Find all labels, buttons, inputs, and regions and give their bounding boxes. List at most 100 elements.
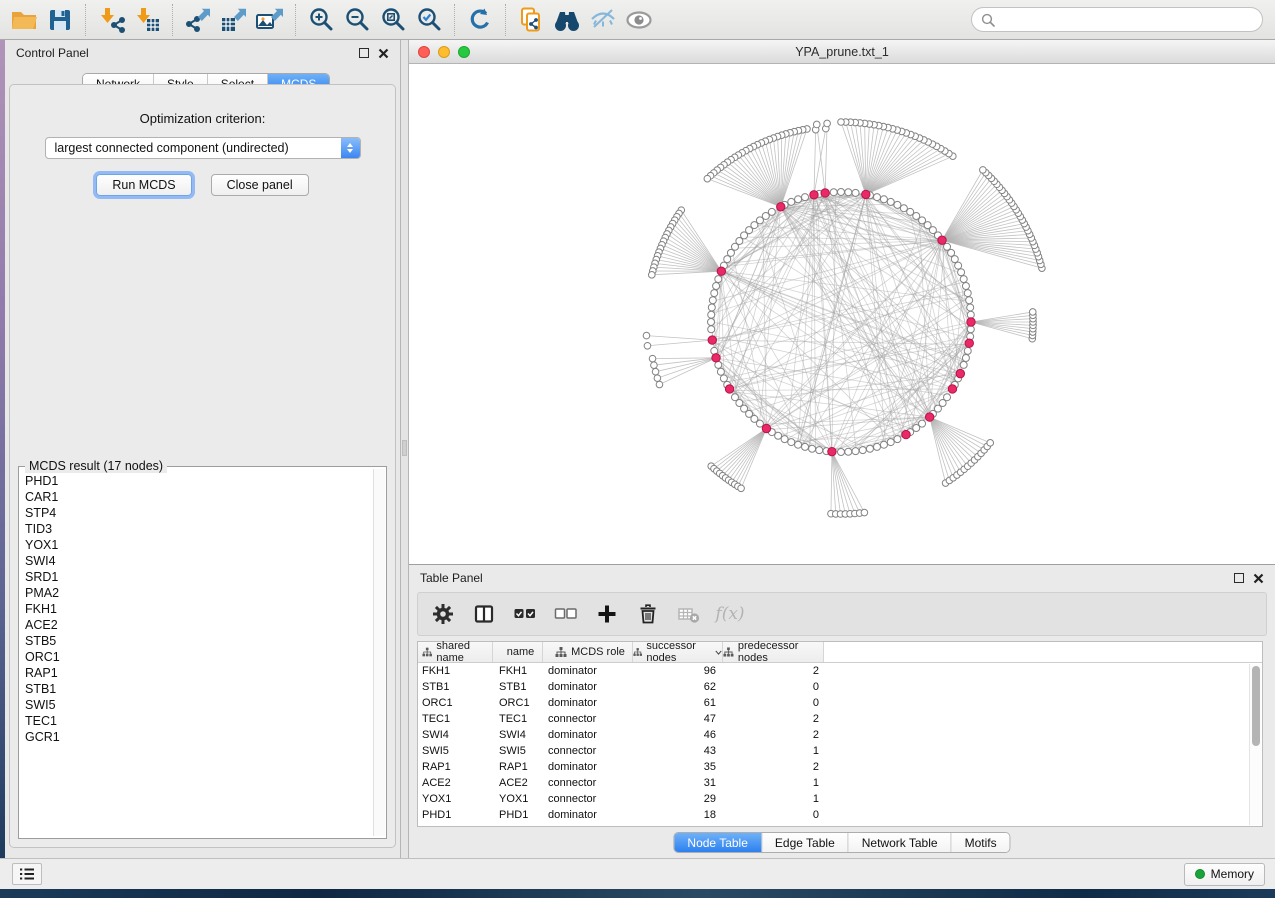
table-row[interactable]: ACE2ACE2connector311 bbox=[418, 775, 1262, 791]
network-node[interactable] bbox=[717, 368, 724, 375]
network-node[interactable] bbox=[644, 342, 651, 349]
table-row[interactable]: ORC1ORC1dominator610 bbox=[418, 695, 1262, 711]
network-node[interactable] bbox=[643, 332, 650, 339]
mcds-result-item[interactable]: TID3 bbox=[20, 521, 372, 537]
network-node[interactable] bbox=[809, 445, 816, 452]
network-node[interactable] bbox=[816, 447, 823, 454]
network-node[interactable] bbox=[813, 121, 820, 128]
table-row[interactable]: YOX1YOX1connector291 bbox=[418, 791, 1262, 807]
network-node[interactable] bbox=[738, 485, 745, 492]
network-node[interactable] bbox=[788, 439, 795, 446]
mcds-hub-node[interactable] bbox=[828, 447, 836, 455]
search-field[interactable] bbox=[971, 7, 1263, 32]
mcds-hub-node[interactable] bbox=[762, 424, 770, 432]
mcds-result-item[interactable]: STB5 bbox=[20, 633, 372, 649]
network-node[interactable] bbox=[830, 189, 837, 196]
mcds-result-item[interactable]: STP4 bbox=[20, 505, 372, 521]
mcds-hub-node[interactable] bbox=[965, 339, 973, 347]
network-node[interactable] bbox=[654, 375, 661, 382]
mcds-hub-node[interactable] bbox=[902, 430, 910, 438]
mcds-result-item[interactable]: SRD1 bbox=[20, 569, 372, 585]
network-node[interactable] bbox=[775, 432, 782, 439]
show-columns-icon[interactable] bbox=[472, 602, 496, 626]
network-node[interactable] bbox=[944, 394, 951, 401]
network-node[interactable] bbox=[960, 276, 967, 283]
export-table-icon[interactable] bbox=[216, 3, 252, 37]
network-node[interactable] bbox=[708, 311, 715, 318]
network-node[interactable] bbox=[852, 189, 859, 196]
table-row[interactable]: TEC1TEC1connector472 bbox=[418, 711, 1262, 727]
network-node[interactable] bbox=[838, 119, 845, 126]
tab-network-table[interactable]: Network Table bbox=[848, 833, 951, 852]
search-binoculars-icon[interactable] bbox=[549, 3, 585, 37]
mcds-result-item[interactable]: FKH1 bbox=[20, 601, 372, 617]
zoom-out-icon[interactable] bbox=[339, 3, 375, 37]
network-node[interactable] bbox=[955, 262, 962, 269]
network-node[interactable] bbox=[852, 448, 859, 455]
mcds-list-scrollbar[interactable] bbox=[373, 469, 385, 836]
network-node[interactable] bbox=[958, 269, 965, 276]
deselect-all-icon[interactable] bbox=[554, 602, 578, 626]
table-settings-gear-icon[interactable] bbox=[431, 602, 455, 626]
network-node[interactable] bbox=[861, 509, 868, 516]
network-node[interactable] bbox=[781, 436, 788, 443]
copy-network-icon[interactable] bbox=[513, 3, 549, 37]
mcds-hub-node[interactable] bbox=[948, 385, 956, 393]
mcds-hub-node[interactable] bbox=[712, 354, 720, 362]
column-header-shared-name[interactable]: shared name bbox=[418, 642, 493, 662]
mcds-hub-node[interactable] bbox=[725, 385, 733, 393]
network-node[interactable] bbox=[708, 304, 715, 311]
mcds-result-item[interactable]: YOX1 bbox=[20, 537, 372, 553]
mcds-result-item[interactable]: PMA2 bbox=[20, 585, 372, 601]
open-file-icon[interactable] bbox=[6, 3, 42, 37]
network-node[interactable] bbox=[845, 448, 852, 455]
table-row[interactable]: PHD1PHD1dominator180 bbox=[418, 807, 1262, 823]
network-node[interactable] bbox=[962, 283, 969, 290]
mcds-result-item[interactable]: SWI4 bbox=[20, 553, 372, 569]
memory-button[interactable]: Memory bbox=[1184, 863, 1265, 886]
panel-menu-button[interactable] bbox=[12, 863, 42, 885]
mcds-result-item[interactable]: ACE2 bbox=[20, 617, 372, 633]
refresh-icon[interactable] bbox=[462, 3, 498, 37]
column-header-predecessor-nodes[interactable]: predecessor nodes bbox=[723, 642, 824, 662]
tab-node-table[interactable]: Node Table bbox=[674, 833, 761, 852]
export-network-icon[interactable] bbox=[180, 3, 216, 37]
mcds-hub-node[interactable] bbox=[862, 190, 870, 198]
mcds-hub-node[interactable] bbox=[925, 413, 933, 421]
mcds-hub-node[interactable] bbox=[956, 369, 964, 377]
table-row[interactable]: STB1STB1dominator620 bbox=[418, 679, 1262, 695]
mcds-result-item[interactable]: GCR1 bbox=[20, 729, 372, 745]
network-canvas[interactable] bbox=[409, 64, 1275, 563]
close-panel-button[interactable]: Close panel bbox=[211, 174, 309, 196]
network-node[interactable] bbox=[887, 439, 894, 446]
network-node[interactable] bbox=[709, 297, 716, 304]
network-node[interactable] bbox=[713, 283, 720, 290]
float-panel-icon[interactable] bbox=[359, 48, 369, 58]
mcds-hub-node[interactable] bbox=[810, 191, 818, 199]
network-node[interactable] bbox=[727, 249, 734, 256]
mcds-hub-node[interactable] bbox=[708, 336, 716, 344]
mcds-result-item[interactable]: SWI5 bbox=[20, 697, 372, 713]
network-node[interactable] bbox=[894, 436, 901, 443]
zoom-in-icon[interactable] bbox=[303, 3, 339, 37]
network-node[interactable] bbox=[987, 440, 994, 447]
mcds-result-item[interactable]: CAR1 bbox=[20, 489, 372, 505]
mcds-result-item[interactable]: ORC1 bbox=[20, 649, 372, 665]
hide-selected-icon[interactable] bbox=[585, 3, 621, 37]
search-input[interactable] bbox=[1001, 13, 1253, 27]
network-node[interactable] bbox=[887, 198, 894, 205]
network-node[interactable] bbox=[838, 449, 845, 456]
panel-splitter[interactable] bbox=[400, 40, 409, 858]
network-node[interactable] bbox=[845, 189, 852, 196]
mcds-hub-node[interactable] bbox=[821, 189, 829, 197]
tab-motifs[interactable]: Motifs bbox=[951, 833, 1010, 852]
mcds-result-item[interactable]: PHD1 bbox=[20, 473, 372, 489]
network-node[interactable] bbox=[967, 311, 974, 318]
table-row[interactable]: RAP1RAP1dominator352 bbox=[418, 759, 1262, 775]
table-row[interactable]: SWI5SWI5connector431 bbox=[418, 743, 1262, 759]
network-node[interactable] bbox=[802, 194, 809, 201]
close-panel-icon[interactable] bbox=[1253, 573, 1264, 584]
table-row[interactable]: FKH1FKH1dominator962 bbox=[418, 663, 1262, 679]
zoom-fit-icon[interactable] bbox=[375, 3, 411, 37]
import-network-icon[interactable] bbox=[93, 3, 129, 37]
